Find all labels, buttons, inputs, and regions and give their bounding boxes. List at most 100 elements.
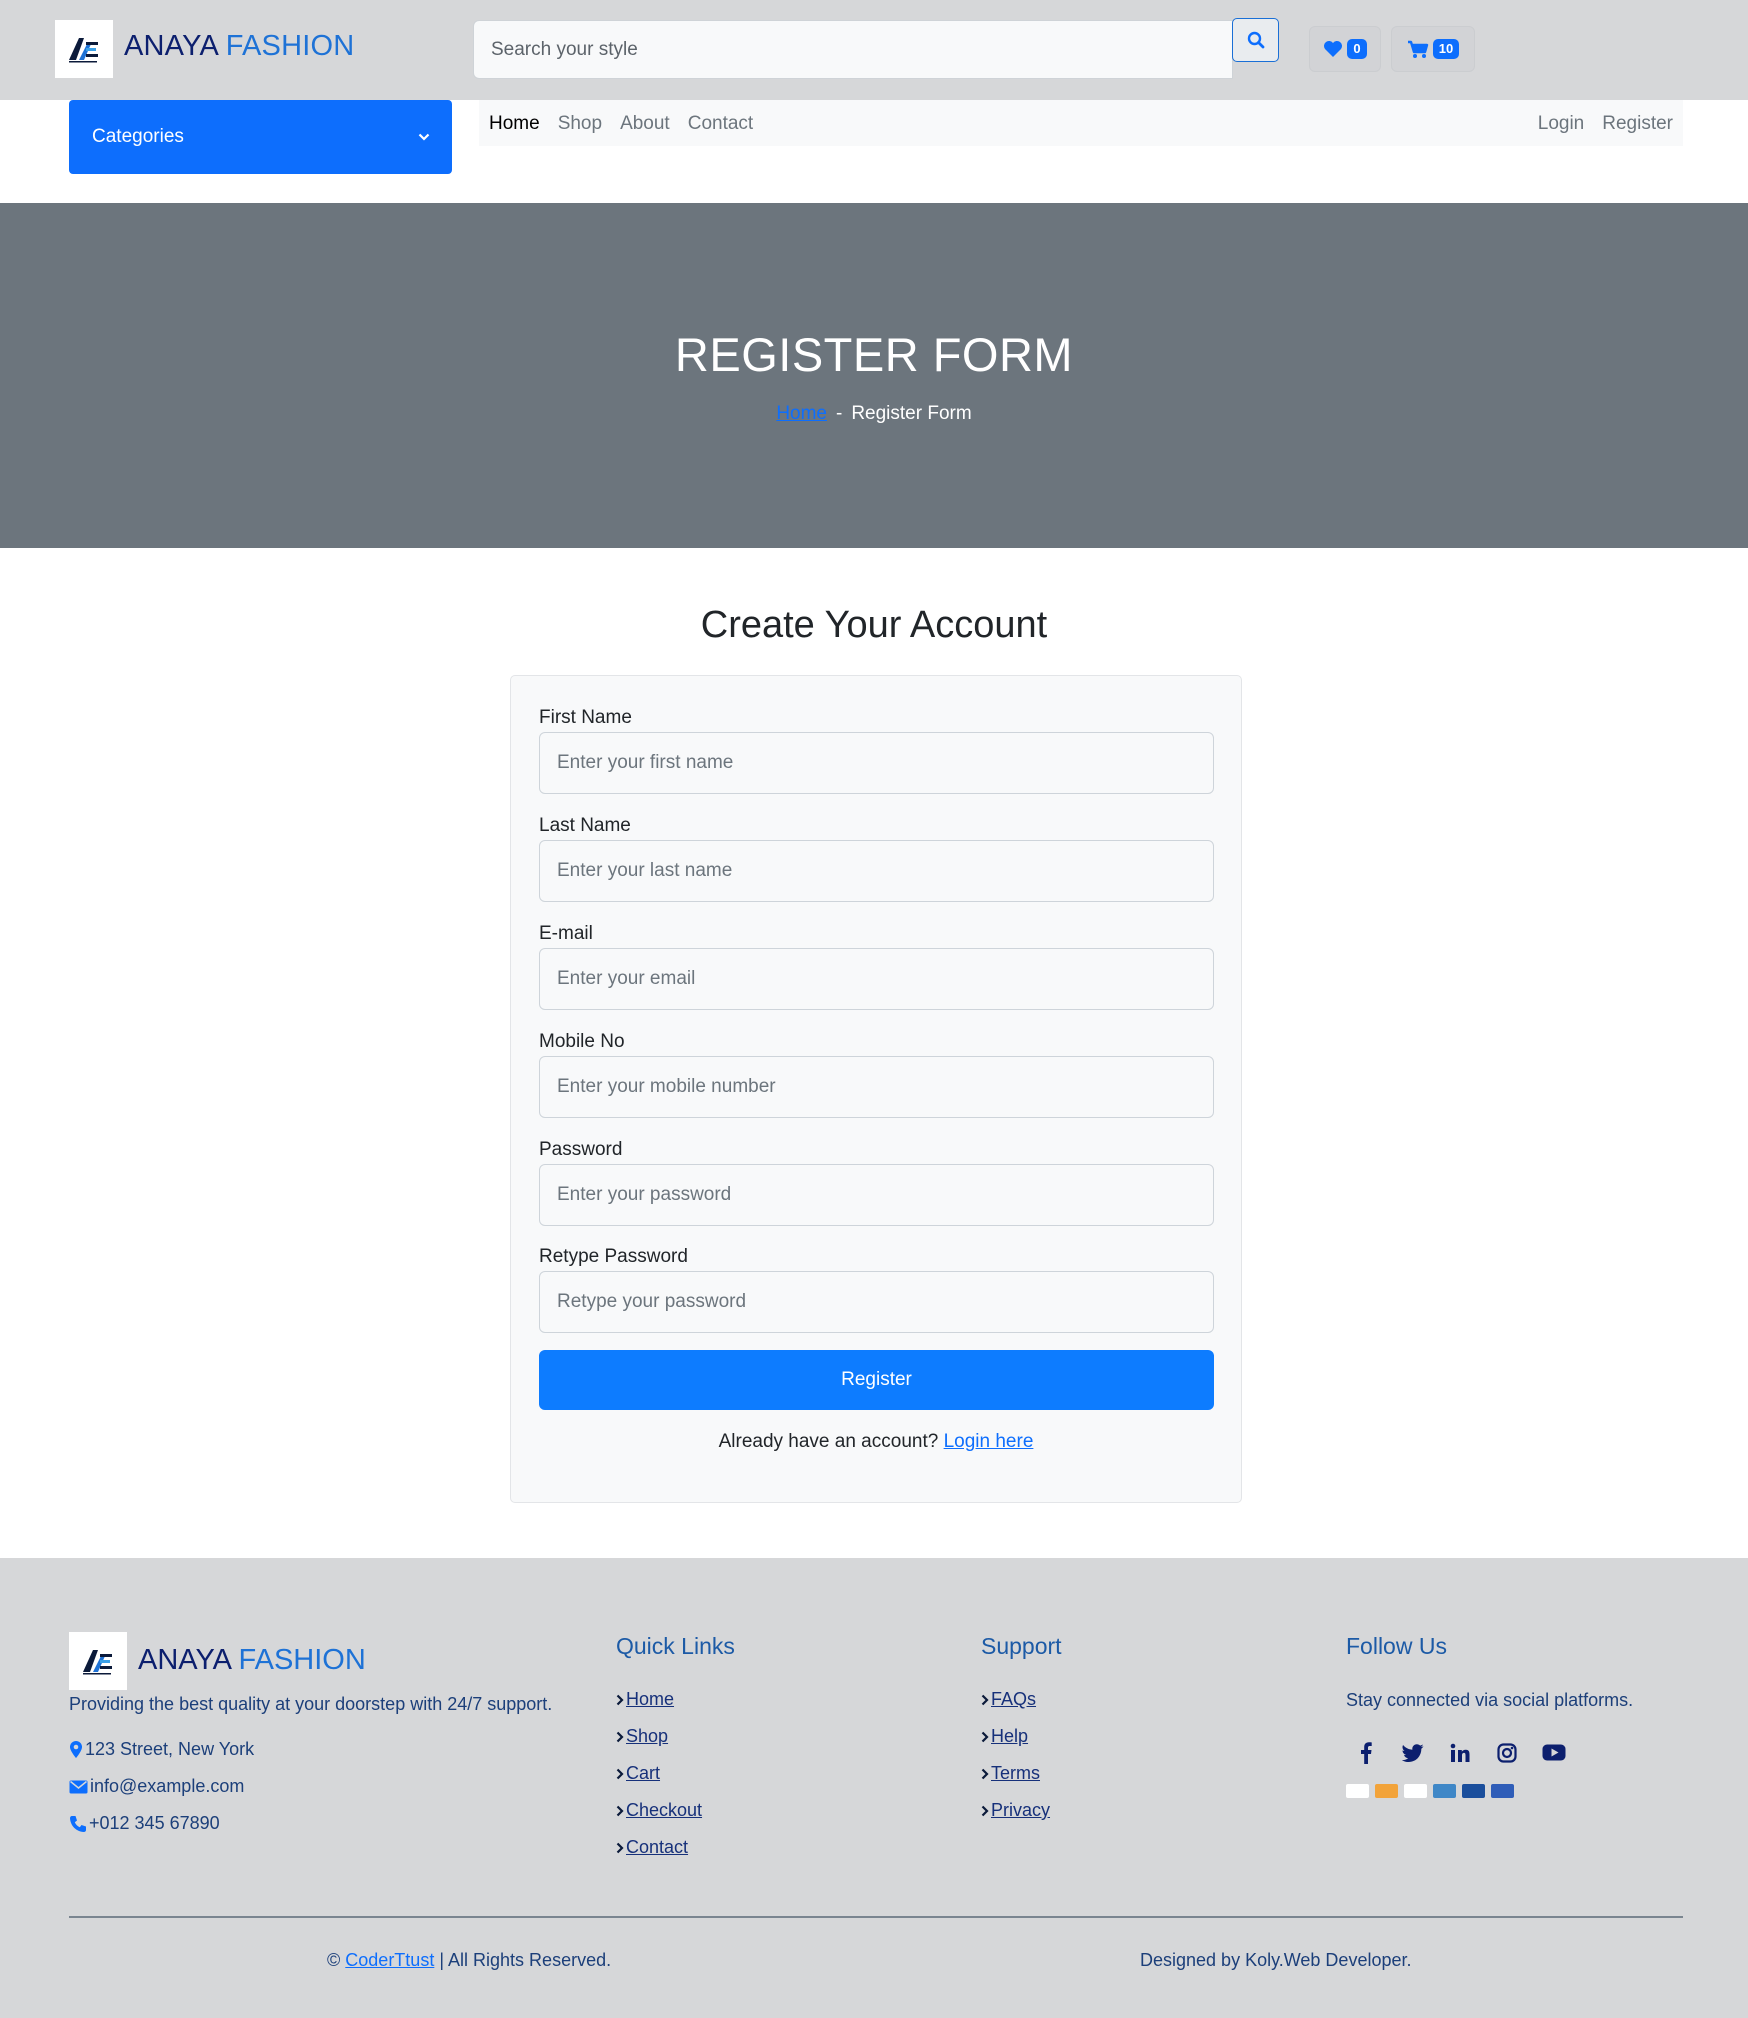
footer-address: 123 Street, New York xyxy=(69,1739,254,1760)
login-here-link[interactable]: Login here xyxy=(944,1431,1034,1452)
support-title: Support xyxy=(981,1633,1062,1659)
nav-link-home[interactable]: Home xyxy=(489,113,540,135)
footer-link-checkout[interactable]: Checkout xyxy=(616,1800,702,1821)
password-label: Password xyxy=(539,1139,623,1160)
chevron-right-icon xyxy=(616,1842,624,1853)
footer-link-home[interactable]: Home xyxy=(616,1689,674,1710)
nav-link-login[interactable]: Login xyxy=(1538,113,1585,135)
chevron-right-icon xyxy=(981,1731,989,1742)
breadcrumb-home-link[interactable]: Home xyxy=(776,403,827,424)
footer-divider xyxy=(69,1916,1683,1918)
anaya-logo-icon xyxy=(83,1650,112,1675)
chevron-right-icon xyxy=(616,1768,624,1779)
cart-count-badge: 10 xyxy=(1432,39,1460,59)
brand-name-part1: ANAYA xyxy=(124,30,218,62)
first-name-field[interactable] xyxy=(539,732,1214,794)
footer-email-text: info@example.com xyxy=(90,1776,245,1796)
nav-link-contact[interactable]: Contact xyxy=(688,113,753,135)
designed-by: Designed by Koly.Web Developer. xyxy=(1140,1950,1412,1970)
chevron-right-icon xyxy=(981,1694,989,1705)
categories-dropdown[interactable]: Categories xyxy=(69,100,452,174)
footer-email: info@example.com xyxy=(69,1776,244,1797)
copyright-text: | All Rights Reserved. xyxy=(439,1950,612,1970)
anaya-logo-icon xyxy=(69,38,98,63)
main-navbar: Home Shop About Contact Login Register xyxy=(479,100,1683,146)
footer-link-cart[interactable]: Cart xyxy=(616,1763,660,1784)
search-input[interactable] xyxy=(474,21,1232,78)
login-prompt: Already have an account? Login here xyxy=(511,1431,1241,1453)
chevron-right-icon xyxy=(981,1805,989,1816)
brand-logo[interactable] xyxy=(55,20,113,78)
nav-links: Home Shop About Contact xyxy=(489,113,753,135)
retype-password-label: Retype Password xyxy=(539,1246,688,1267)
email-label: E-mail xyxy=(539,923,593,944)
password-field[interactable] xyxy=(539,1164,1214,1226)
footer-link-faqs[interactable]: FAQs xyxy=(981,1689,1036,1710)
email-field[interactable] xyxy=(539,948,1214,1010)
maestro-icon xyxy=(1491,1784,1514,1798)
search-button[interactable] xyxy=(1232,18,1279,62)
footer-link-shop-label: Shop xyxy=(626,1726,669,1746)
breadcrumb: Home - Register Form xyxy=(0,403,1748,425)
footer-brand-name[interactable]: ANAYA FASHION xyxy=(138,1644,366,1677)
wishlist-button[interactable]: 0 xyxy=(1309,26,1381,72)
payment-methods xyxy=(1346,1784,1514,1798)
site-footer: ANAYA FASHION Providing the best quality… xyxy=(0,1558,1748,2018)
footer-link-privacy-label: Privacy xyxy=(991,1800,1051,1820)
nav-link-shop[interactable]: Shop xyxy=(558,113,602,135)
footer-link-shop[interactable]: Shop xyxy=(616,1726,668,1747)
mastercard-icon xyxy=(1375,1784,1398,1798)
last-name-field[interactable] xyxy=(539,840,1214,902)
auth-links: Login Register xyxy=(1538,113,1673,135)
search-icon xyxy=(1247,31,1264,49)
chevron-right-icon xyxy=(981,1768,989,1779)
copyright-link[interactable]: CoderTtust xyxy=(345,1950,434,1970)
follow-us-text: Stay connected via social platforms. xyxy=(1346,1690,1634,1710)
breadcrumb-current: Register Form xyxy=(851,403,972,424)
footer-link-contact-label: Contact xyxy=(626,1837,689,1857)
brand-name[interactable]: ANAYA FASHION xyxy=(124,30,354,63)
footer-link-faqs-label: FAQs xyxy=(991,1689,1037,1709)
footer-link-home-label: Home xyxy=(626,1689,675,1709)
footer-link-help[interactable]: Help xyxy=(981,1726,1028,1747)
phone-icon xyxy=(70,1815,86,1832)
amex-icon xyxy=(1433,1784,1456,1798)
twitter-icon[interactable] xyxy=(1400,1740,1425,1765)
follow-us-title: Follow Us xyxy=(1346,1633,1447,1659)
footer-phone-text: +012 345 67890 xyxy=(89,1813,220,1833)
social-links xyxy=(1353,1740,1566,1765)
heart-icon xyxy=(1324,41,1343,57)
chevron-right-icon xyxy=(616,1731,624,1742)
linkedin-icon[interactable] xyxy=(1447,1740,1472,1765)
paypal-icon xyxy=(1404,1784,1427,1798)
footer-brand-part2: FASHION xyxy=(238,1644,366,1676)
youtube-icon[interactable] xyxy=(1541,1740,1566,1765)
page-title: REGISTER FORM xyxy=(674,328,1074,381)
facebook-icon[interactable] xyxy=(1353,1740,1378,1765)
chevron-down-icon xyxy=(418,133,430,141)
visa-electron-icon xyxy=(1462,1784,1485,1798)
footer-logo[interactable] xyxy=(69,1632,127,1690)
envelope-icon xyxy=(69,1780,88,1793)
map-pin-icon xyxy=(70,1741,82,1758)
instagram-icon[interactable] xyxy=(1494,1740,1519,1765)
nav-link-about[interactable]: About xyxy=(620,113,670,135)
nav-link-register[interactable]: Register xyxy=(1602,113,1673,135)
copyright: © CoderTtust | All Rights Reserved. xyxy=(327,1950,611,1971)
footer-link-checkout-label: Checkout xyxy=(626,1800,703,1820)
cart-button[interactable]: 10 xyxy=(1391,26,1475,72)
mobile-field[interactable] xyxy=(539,1056,1214,1118)
retype-password-field[interactable] xyxy=(539,1271,1214,1333)
footer-address-text: 123 Street, New York xyxy=(85,1739,255,1759)
footer-link-privacy[interactable]: Privacy xyxy=(981,1800,1050,1821)
quick-links-title: Quick Links xyxy=(616,1633,735,1659)
visa-icon xyxy=(1346,1784,1369,1798)
breadcrumb-separator: - xyxy=(836,403,843,424)
copyright-symbol: © xyxy=(327,1950,341,1970)
first-name-label: First Name xyxy=(539,707,632,728)
footer-link-terms[interactable]: Terms xyxy=(981,1763,1040,1784)
cart-icon xyxy=(1407,40,1428,58)
register-button[interactable]: Register xyxy=(539,1350,1214,1410)
form-heading: Create Your Account xyxy=(700,604,1048,646)
footer-link-contact[interactable]: Contact xyxy=(616,1837,688,1858)
